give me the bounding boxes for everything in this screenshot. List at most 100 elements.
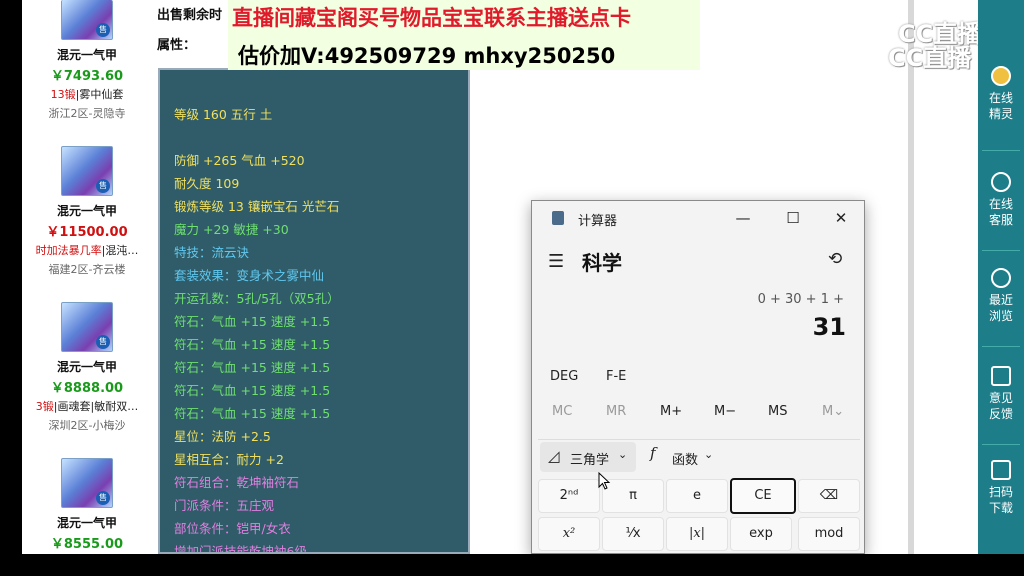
attribute-line: 魔力 +29 敏捷 +30 <box>174 222 289 237</box>
attribute-line: 符石：气血 +15 速度 +1.5 <box>174 337 331 352</box>
sidebar-label: 下载 <box>988 501 1013 515</box>
item-price: ￥8888.00 <box>50 381 124 396</box>
function-dropdown[interactable]: 函数 <box>672 449 698 468</box>
clock-icon <box>991 268 1011 288</box>
sell-badge: 售 <box>96 335 110 349</box>
calculator-window[interactable]: 计算器 — ☐ ✕ ☰ 科学 ⟲ 0 + 30 + 1 + 31 DEG F-E… <box>531 200 865 554</box>
square-button[interactable]: x² <box>538 517 600 551</box>
sidebar-label: 最近 <box>988 293 1013 307</box>
list-item[interactable]: 售 混元一气甲 ￥7493.60 13锻|雾中仙套 浙江2区-灵隐寺 <box>22 0 152 121</box>
attribute-line: 耐久度 109 <box>174 176 240 191</box>
sell-badge: 售 <box>96 491 110 505</box>
attribute-line: 锻炼等级 13 镶嵌宝石 光芒石 <box>174 199 340 214</box>
sidebar-item-recent[interactable]: 最近 浏览 <box>978 268 1024 324</box>
second-button[interactable]: 2ⁿᵈ <box>538 479 600 513</box>
sidebar-label: 在线 <box>988 197 1013 211</box>
item-name[interactable]: 混元一气甲 <box>22 46 152 63</box>
function-icon: f <box>650 444 656 462</box>
calculator-title: 计算器 <box>578 214 618 229</box>
item-price: ￥8555.00 <box>50 537 124 552</box>
edit-icon <box>991 366 1011 386</box>
divider <box>982 346 1020 347</box>
reciprocal-button[interactable]: ¹⁄x <box>602 517 664 551</box>
attributes-panel: 等级 160 五行 土防御 +265 气血 +520 耐久度 109 锻炼等级 13… <box>158 68 470 554</box>
sidebar-item-feedback[interactable]: 意见 反馈 <box>978 366 1024 422</box>
item-name[interactable]: 混元一气甲 <box>22 514 152 531</box>
item-name[interactable]: 混元一气甲 <box>22 202 152 219</box>
abs-button[interactable]: |x| <box>666 517 728 551</box>
deg-button[interactable]: DEG <box>550 369 578 384</box>
attribute-line: 部位条件：铠甲/女衣 <box>174 521 291 536</box>
mr-button[interactable]: MR <box>606 404 626 419</box>
sale-remaining-label: 出售剩余时 <box>157 8 223 23</box>
calculator-mode: 科学 <box>582 251 622 275</box>
item-tags: 3锻|画魂套|敏耐双… <box>35 400 139 413</box>
history-icon[interactable]: ⟲ <box>828 249 842 269</box>
maximize-button[interactable]: ☐ <box>780 207 806 229</box>
attribute-line: 特技：流云诀 <box>174 245 250 260</box>
item-server: 浙江2区-灵隐寺 <box>48 107 126 120</box>
backspace-button[interactable]: ⌫ <box>798 479 860 513</box>
sidebar-label: 客服 <box>988 213 1013 227</box>
result-display: 31 <box>812 313 846 341</box>
close-button[interactable]: ✕ <box>828 207 854 229</box>
fe-button[interactable]: F-E <box>606 369 626 384</box>
item-thumbnail[interactable]: 售 <box>61 458 113 508</box>
sidebar-item-online-service[interactable]: 在线 客服 <box>978 172 1024 228</box>
item-price: ￥11500.00 <box>46 225 128 240</box>
attribute-line: 符石组合：乾坤袖符石 <box>174 475 300 490</box>
attribute-line: 星相互合：耐力 +2 <box>174 452 284 467</box>
chevron-down-icon: ⌄ <box>704 448 714 461</box>
attribute-line: 星位：法防 +2.5 <box>174 429 271 444</box>
attribute-line: 符石：气血 +15 速度 +1.5 <box>174 383 331 398</box>
trig-dropdown[interactable]: ◿ 三角学 ⌄ <box>540 442 636 472</box>
e-button[interactable]: e <box>666 479 728 513</box>
chevron-down-icon: ⌄ <box>618 448 628 461</box>
sidebar-item-scan-download[interactable]: 扫码 下载 <box>978 460 1024 516</box>
left-black-bar <box>0 0 22 554</box>
attribute-line: 符石：气血 +15 速度 +1.5 <box>174 314 331 329</box>
list-item[interactable]: 售 混元一气甲 ￥11500.00 时加法暴几率|混沌… 福建2区-齐云楼 <box>22 146 152 277</box>
sidebar-label: 反馈 <box>988 407 1013 421</box>
m-minus-button[interactable]: M− <box>714 404 736 419</box>
divider <box>982 250 1020 251</box>
item-listing: 售 混元一气甲 ￥7493.60 13锻|雾中仙套 浙江2区-灵隐寺 售 混元一… <box>22 0 152 554</box>
minimize-button[interactable]: — <box>730 207 756 229</box>
memory-list-button[interactable]: M⌄ <box>822 404 844 419</box>
exp-button[interactable]: exp <box>730 517 792 551</box>
expression-display: 0 + 30 + 1 + <box>757 292 844 307</box>
sell-badge: 售 <box>96 23 110 37</box>
mod-button[interactable]: mod <box>798 517 860 551</box>
item-server: 深圳2区-小梅沙 <box>48 419 126 432</box>
sidebar-item-online-spirit[interactable]: 在线 精灵 <box>978 66 1024 122</box>
attribute-line: 符石：气血 +15 速度 +1.5 <box>174 360 331 375</box>
sidebar-label: 意见 <box>988 391 1013 405</box>
avatar-icon <box>991 66 1011 86</box>
item-thumbnail[interactable]: 售 <box>61 302 113 352</box>
sidebar-label: 扫码 <box>988 485 1013 499</box>
ms-button[interactable]: MS <box>768 404 787 419</box>
banner-line-2: 估价加V:492509729 mhxy250250 <box>238 44 616 68</box>
item-name[interactable]: 混元一气甲 <box>22 358 152 375</box>
menu-icon[interactable]: ☰ <box>548 251 564 272</box>
logo-text: CC直播 <box>888 44 972 72</box>
item-tags: 时加法暴几率|混沌… <box>35 244 139 257</box>
attribute-line: 防御 +265 气血 +520 <box>174 153 305 168</box>
calculator-titlebar[interactable]: 计算器 — ☐ ✕ <box>532 201 864 235</box>
calculator-icon <box>552 211 564 225</box>
mc-button[interactable]: MC <box>552 404 572 419</box>
browser-page: 售 混元一气甲 ￥7493.60 13锻|雾中仙套 浙江2区-灵隐寺 售 混元一… <box>22 0 1024 554</box>
item-thumbnail[interactable]: 售 <box>61 146 113 196</box>
m-plus-button[interactable]: M+ <box>660 404 682 419</box>
ce-button[interactable]: CE <box>730 478 796 514</box>
attribute-line: 增加门派技能乾坤袖6级 <box>174 544 307 554</box>
list-item[interactable]: 售 混元一气甲 ￥8555.00 <box>22 458 152 552</box>
bottom-black-bar <box>0 554 1024 576</box>
scan-icon <box>991 460 1011 480</box>
sell-badge: 售 <box>96 179 110 193</box>
divider <box>982 444 1020 445</box>
list-item[interactable]: 售 混元一气甲 ￥8888.00 3锻|画魂套|敏耐双… 深圳2区-小梅沙 <box>22 302 152 433</box>
item-tags: 13锻|雾中仙套 <box>50 88 124 101</box>
item-thumbnail[interactable]: 售 <box>61 0 113 40</box>
item-server: 福建2区-齐云楼 <box>48 263 126 276</box>
